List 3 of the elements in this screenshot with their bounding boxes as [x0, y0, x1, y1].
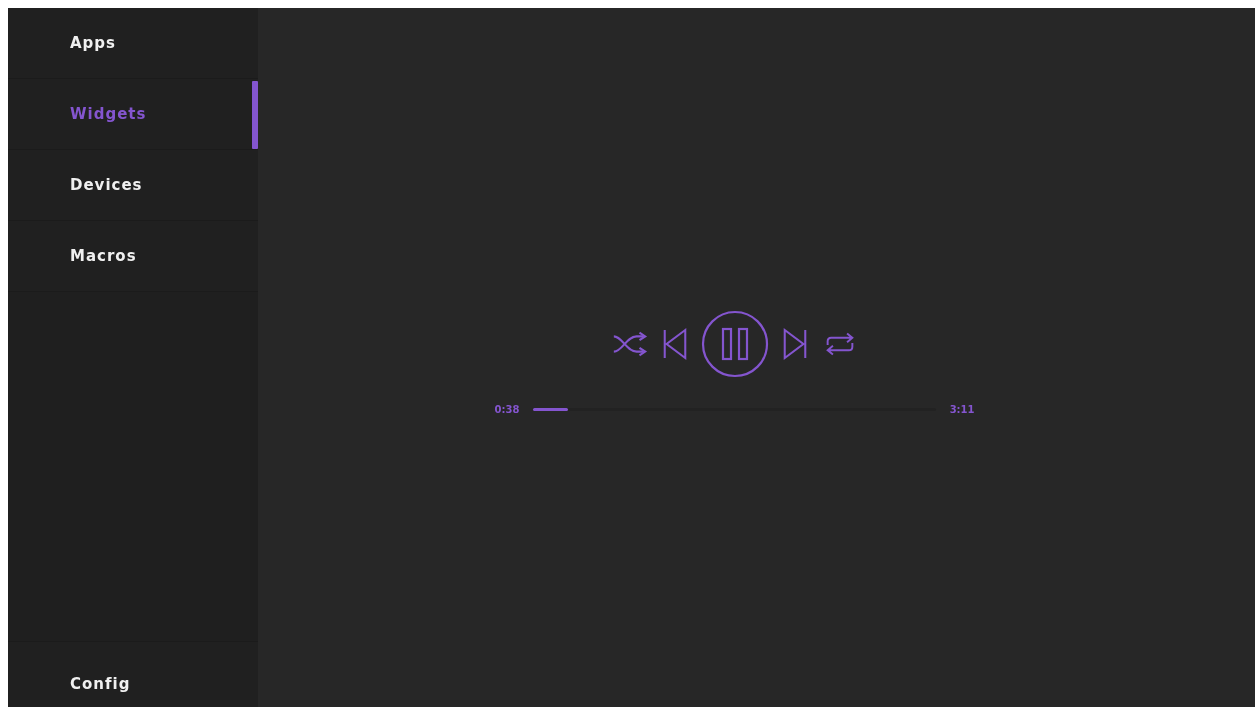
- elapsed-time: 0:38: [494, 404, 520, 415]
- total-time: 3:11: [949, 404, 975, 415]
- pause-button[interactable]: [700, 310, 769, 378]
